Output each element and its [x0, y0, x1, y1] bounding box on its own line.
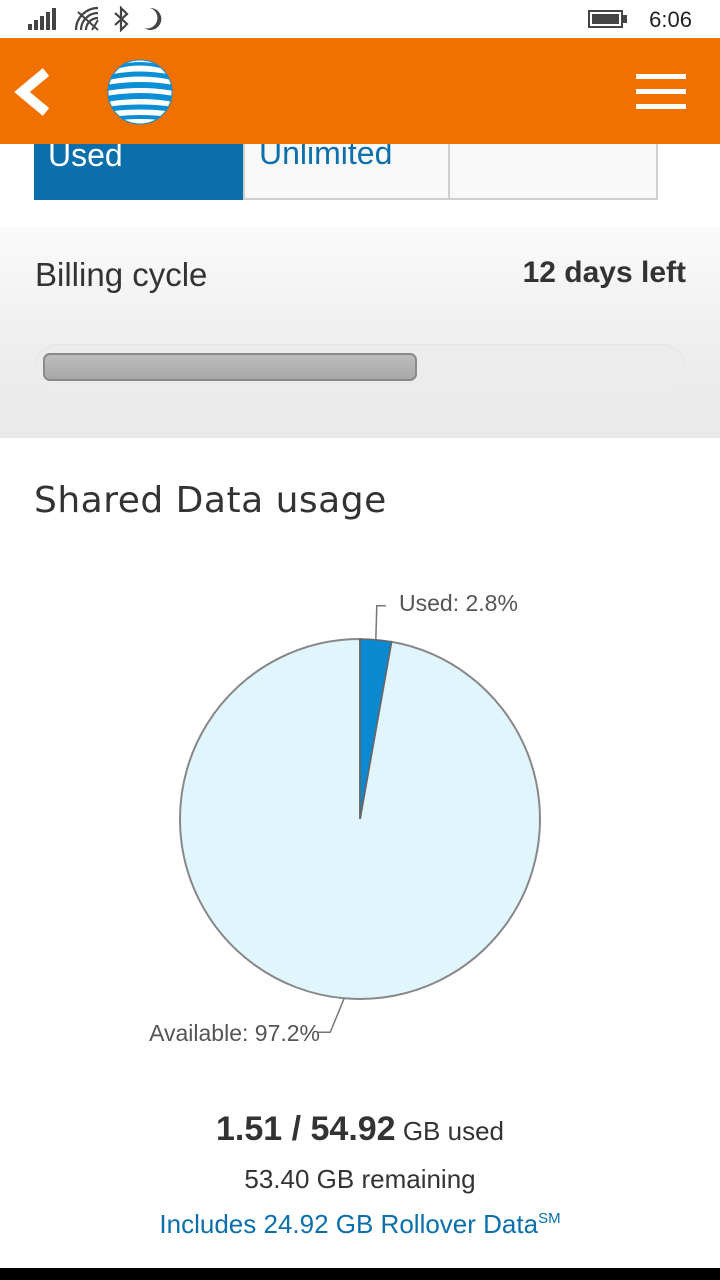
tab-used[interactable]: Used: [34, 144, 243, 200]
tab-used-label: Used: [48, 144, 123, 173]
hamburger-menu-icon: [636, 74, 686, 109]
service-mark: SM: [538, 1210, 561, 1227]
pie-label-available: Available: 97.2%: [149, 1020, 320, 1046]
billing-progress-bar: [34, 344, 686, 390]
billing-days-left: 12 days left: [522, 256, 686, 289]
pie-label-used: Used: 2.8%: [399, 590, 518, 616]
remaining-amount: 53.40 GB remaining: [244, 1164, 476, 1194]
navigation-bar-edge: [0, 1268, 720, 1280]
data-usage-pie-chart: Used: 2.8% Available: 97.2%: [149, 590, 541, 1046]
billing-cycle-panel: Billing cycle 12 days left: [0, 226, 720, 438]
signal-icon: [28, 8, 56, 30]
shared-data-usage-title: Shared Data usage: [34, 480, 387, 521]
tab-unlimited-label: Unlimited: [259, 144, 393, 171]
usage-tabs: Used Unlimited: [34, 144, 658, 200]
tab-third[interactable]: [450, 144, 658, 200]
clock: 6:06: [649, 7, 692, 32]
att-globe-logo: [107, 59, 173, 125]
leader-line-available: [318, 998, 345, 1034]
chevron-left-icon: [14, 68, 50, 116]
rollover-link[interactable]: Includes 24.92 GB Rollover DataSM: [0, 1209, 720, 1240]
hamburger-menu-button[interactable]: [634, 70, 688, 114]
used-suffix: GB used: [402, 1116, 504, 1146]
bluetooth-icon: [114, 6, 129, 32]
usage-summary: 1.51 / 54.92 GB used: [0, 1110, 720, 1149]
back-button[interactable]: [10, 64, 60, 120]
quiet-hours-icon: [144, 7, 162, 30]
battery-icon: [588, 10, 627, 28]
status-bar: 6:06: [0, 0, 720, 38]
used-amount: 1.51 / 54.92: [215, 1110, 396, 1148]
tab-unlimited[interactable]: Unlimited: [243, 144, 450, 200]
billing-cycle-title: Billing cycle: [35, 256, 208, 293]
app-bar: [0, 38, 720, 144]
billing-progress-fill: [43, 353, 417, 381]
rollover-text: Includes 24.92 GB Rollover Data: [159, 1209, 539, 1239]
leader-line-used: [375, 604, 386, 640]
wifi-icon: [74, 6, 99, 31]
